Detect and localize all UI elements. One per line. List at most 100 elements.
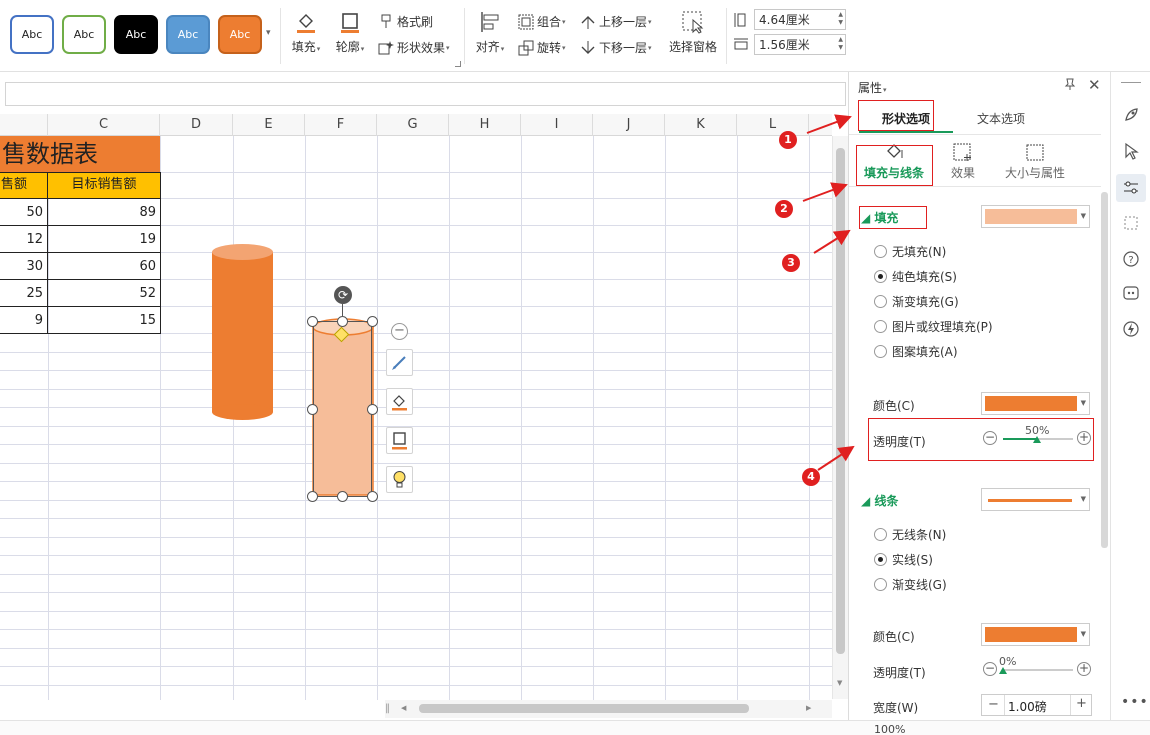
resize-handle-bottom-right[interactable] [367,491,378,502]
increase-icon[interactable]: + [1076,696,1087,711]
line-style-dropdown[interactable]: ▼ [981,488,1090,511]
column-header-partial[interactable] [0,114,48,136]
column-header[interactable]: E [233,114,305,136]
rocket-icon[interactable] [1120,104,1142,126]
radio-unchecked-icon[interactable] [874,528,887,541]
align-button[interactable]: 对齐▾ [470,10,510,55]
radio-checked-icon[interactable] [874,553,887,566]
format-painter-button[interactable]: 格式刷 [378,13,433,30]
gallery-expand-icon[interactable]: ▾ [266,28,271,38]
shape-style-button[interactable]: Abc [166,15,210,54]
resize-handle-right[interactable] [367,404,378,415]
radio-option[interactable]: 纯色填充(S) [874,268,957,285]
float-effects-button[interactable] [386,466,413,493]
spreadsheet-grid[interactable]: CDEFGHIJKL 售数据表 售额 目标销售额 50 89 12 19 30 60 25 5… [0,114,832,700]
increase-icon[interactable]: + [1077,662,1091,676]
width-spinner-icon[interactable]: ▲ ▼ [838,36,843,52]
pin-icon[interactable] [1063,77,1077,94]
pane-scrollbar-thumb[interactable] [1101,192,1108,548]
shape-width-input[interactable]: 1.56厘米 ▲ ▼ [754,34,846,55]
lightning-icon[interactable] [1120,318,1142,340]
radio-option[interactable]: 图片或纹理填充(P) [874,318,993,335]
vertical-scrollbar[interactable]: ▼ [832,136,848,699]
property-sliders-icon[interactable] [1116,174,1146,202]
tab-text-options[interactable]: 文本选项 [953,105,1049,133]
table-title-cell[interactable]: 售数据表 [0,136,160,172]
shape-style-button[interactable]: Abc [10,15,54,54]
tab-size-and-properties[interactable]: 大小与属性 [997,138,1073,184]
shape-effects-button[interactable]: 形状效果 ▾ [378,39,450,56]
radio-unchecked-icon[interactable] [874,578,887,591]
send-backward-button[interactable]: 下移一层 ▾ [580,39,652,56]
decrease-icon[interactable]: − [988,697,999,712]
scroll-right-icon[interactable]: ▶ [806,704,811,712]
line-color-dropdown[interactable]: ▼ [981,623,1090,646]
radio-option[interactable]: 图案填充(A) [874,343,958,360]
selection-pane-button[interactable]: 选择窗格 [666,10,720,55]
resize-handle-top-right[interactable] [367,316,378,327]
scroll-down-icon[interactable]: ▼ [837,679,842,687]
assistant-icon[interactable] [1120,282,1142,304]
cylinder-shape-solid[interactable] [211,242,275,424]
shape-style-button[interactable]: Abc [114,15,158,54]
resize-handle-top[interactable] [337,316,348,327]
fill-color-dropdown[interactable]: ▼ [981,205,1090,228]
close-icon[interactable]: ✕ [1088,76,1101,94]
line-section-header[interactable]: ◢ 线条 [861,492,898,509]
cursor-select-icon[interactable] [1120,140,1142,162]
horizontal-scroll-thumb[interactable] [419,704,749,713]
column-header[interactable]: D [160,114,233,136]
pane-title[interactable]: 属性▾ [858,79,887,96]
radio-unchecked-icon[interactable] [874,245,887,258]
radio-unchecked-icon[interactable] [874,295,887,308]
resize-handle-bottom-left[interactable] [307,491,318,502]
height-spinner-icon[interactable]: ▲ ▼ [838,11,843,27]
column-header[interactable]: L [737,114,809,136]
more-icon[interactable]: ••• [1121,694,1149,710]
shape-style-button[interactable]: Abc [62,15,106,54]
resize-handle-top-left[interactable] [307,316,318,327]
column-header[interactable]: G [377,114,449,136]
fill-solid-color-dropdown[interactable]: ▼ [981,392,1090,415]
transform-icon[interactable] [1120,212,1142,234]
outline-button[interactable]: 轮廓▾ [330,10,370,55]
slider-thumb-icon[interactable] [999,667,1007,674]
resize-handle-left[interactable] [307,404,318,415]
line-width-stepper[interactable]: − 1.00磅 + [981,694,1092,716]
column-header[interactable]: J [593,114,665,136]
radio-option[interactable]: 无填充(N) [874,243,946,260]
line-width-value[interactable]: 1.00磅 [1008,698,1047,715]
rotate-handle-icon[interactable]: ⟳ [334,286,352,304]
formula-bar[interactable] [5,82,846,106]
shape-style-button[interactable]: Abc [218,15,262,54]
shape-height-input[interactable]: 4.64厘米 ▲ ▼ [754,9,846,30]
zoom-level[interactable]: 100% [874,723,905,735]
radio-option[interactable]: 渐变线(G) [874,576,947,593]
bring-forward-button[interactable]: 上移一层 ▾ [580,13,652,30]
column-header[interactable]: C [48,114,160,136]
radio-option[interactable]: 实线(S) [874,551,933,568]
fill-button[interactable]: 填充▾ [286,10,326,55]
column-header[interactable]: F [305,114,377,136]
resize-handle-bottom[interactable] [337,491,348,502]
column-header[interactable]: K [665,114,737,136]
column-header[interactable]: H [449,114,521,136]
radio-checked-icon[interactable] [874,270,887,283]
vertical-scroll-thumb[interactable] [836,148,845,654]
decrease-icon[interactable]: − [983,662,997,676]
collapse-tools-icon[interactable]: − [391,323,408,340]
float-pen-button[interactable] [386,349,413,376]
line-transparency-slider[interactable]: − 0% + [983,655,1091,680]
help-icon[interactable]: ? [1120,248,1142,270]
radio-unchecked-icon[interactable] [874,320,887,333]
radio-option[interactable]: 无线条(N) [874,526,946,543]
float-outline-button[interactable] [386,427,413,454]
radio-unchecked-icon[interactable] [874,345,887,358]
tab-effects[interactable]: 效果 [927,138,999,184]
group-button[interactable]: 组合 ▾ [518,13,566,30]
float-fill-button[interactable] [386,388,413,415]
horizontal-scrollbar[interactable]: ‖ ◀ ▶ [385,700,832,718]
split-handle-icon[interactable]: ‖ [385,703,390,714]
rotate-button[interactable]: 旋转 ▾ [518,39,566,56]
scroll-left-icon[interactable]: ◀ [401,704,406,712]
